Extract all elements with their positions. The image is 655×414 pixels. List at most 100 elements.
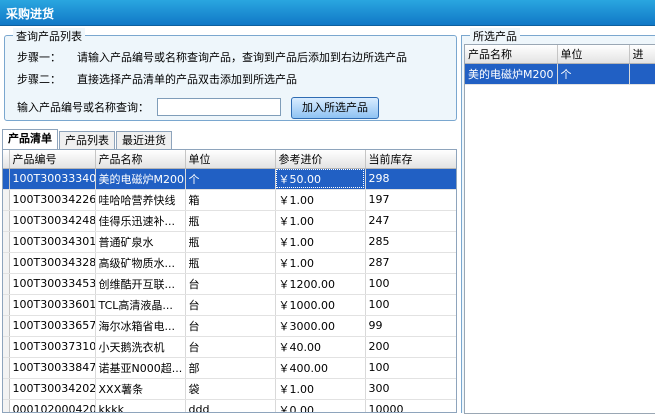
cell-stock[interactable]: 100 [365, 273, 456, 295]
step-two: 步骤二： 直接选择产品清单的产品双击添加到所选产品 [17, 71, 297, 87]
table-row[interactable]: 100T3003422625哇哈哈营养快线箱￥1.00197 [3, 189, 456, 211]
cell-name[interactable]: XXX薯条 [95, 378, 186, 400]
table-row[interactable]: 100T3003432849高级矿物质水...瓶￥1.00287 [3, 252, 456, 274]
table-row[interactable]: 100T3003420200XXX薯条袋￥1.00300 [3, 378, 456, 400]
cell-unit[interactable]: 台 [185, 273, 276, 295]
title-bar: 采购进货 [0, 0, 655, 26]
cell-unit[interactable]: 台 [185, 294, 276, 316]
col-header-code[interactable]: 产品编号 [9, 150, 96, 169]
cell-name[interactable]: 小天鹅洗衣机 [95, 336, 186, 358]
cell-price[interactable]: ￥3000.00 [275, 315, 366, 337]
cell-stock[interactable]: 200 [365, 336, 456, 358]
tab-product-list[interactable]: 产品列表 [59, 131, 115, 150]
table-row[interactable]: 100T3003384774诺基亚N000超...部￥400.00100 [3, 357, 456, 379]
table-row[interactable]: 100T3003360196TCL高清液晶...台￥1000.00100 [3, 294, 456, 316]
cell-name[interactable]: 美的电磁炉M200 [95, 168, 186, 190]
query-group: 查询产品列表 步骤一： 请输入产品编号或名称查询产品，查询到产品后添加到右边所选产… [4, 28, 457, 121]
cell-code[interactable]: 100T3003432849 [9, 252, 96, 274]
selected-products-group: 所选产品 产品名称 单位 进 美的电磁炉M200 个 [461, 28, 655, 414]
selected-row[interactable]: 美的电磁炉M200 个 [465, 63, 655, 85]
cell-stock[interactable]: 247 [365, 210, 456, 232]
selected-col-price[interactable]: 进 [629, 45, 655, 64]
cell-code[interactable]: 100T3003430130 [9, 231, 96, 253]
step-one-text: 请输入产品编号或名称查询产品，查询到产品后添加到右边所选产品 [77, 51, 407, 64]
cell-price[interactable]: ￥400.00 [275, 357, 366, 379]
selected-products-grid[interactable]: 产品名称 单位 进 美的电磁炉M200 个 [464, 44, 655, 414]
cell-stock[interactable]: 10000 [365, 399, 456, 412]
tab-recent-purchases[interactable]: 最近进货 [116, 131, 172, 150]
selected-col-name[interactable]: 产品名称 [465, 45, 558, 64]
cell-code[interactable]: 100T3003365701 [9, 315, 96, 337]
cell-price[interactable]: ￥1.00 [275, 189, 366, 211]
selected-col-unit[interactable]: 单位 [557, 45, 630, 64]
cell-stock[interactable]: 287 [365, 252, 456, 274]
cell-price[interactable]: ￥1000.00 [275, 294, 366, 316]
cell-code[interactable]: 100T3003345396 [9, 273, 96, 295]
selected-cell-price[interactable] [629, 63, 655, 85]
cell-stock[interactable]: 100 [365, 294, 456, 316]
cell-price[interactable]: ￥0.00 [275, 399, 366, 412]
cell-name[interactable]: 海尔冰箱省电... [95, 315, 186, 337]
table-row[interactable]: 100T3003365701海尔冰箱省电...台￥3000.0099 [3, 315, 456, 337]
product-search-input[interactable] [156, 98, 281, 116]
cell-stock[interactable]: 298 [365, 168, 456, 190]
cell-stock[interactable]: 99 [365, 315, 456, 337]
cell-code[interactable]: 100T3003420200 [9, 378, 96, 400]
cell-unit[interactable]: ddd [185, 399, 276, 412]
cell-name[interactable]: 高级矿物质水... [95, 252, 186, 274]
cell-unit[interactable]: 袋 [185, 378, 276, 400]
table-row[interactable]: 00010200042088kkkkddd￥0.0010000 [3, 399, 456, 412]
add-to-selected-button[interactable]: 加入所选产品 [291, 97, 379, 119]
selected-cell-name[interactable]: 美的电磁炉M200 [465, 63, 558, 85]
cell-stock[interactable]: 300 [365, 378, 456, 400]
col-header-name[interactable]: 产品名称 [95, 150, 186, 169]
cell-name[interactable]: 佳得乐迅速补... [95, 210, 186, 232]
cell-name[interactable]: TCL高清液晶... [95, 294, 186, 316]
table-row[interactable]: 100T3003424800佳得乐迅速补...瓶￥1.00247 [3, 210, 456, 232]
selected-products-legend: 所选产品 [470, 28, 520, 44]
cell-code[interactable]: 00010200042088 [9, 399, 96, 412]
query-group-legend: 查询产品列表 [13, 28, 85, 44]
cell-unit[interactable]: 部 [185, 357, 276, 379]
table-row[interactable]: 100T300373104 小天鹅洗衣机台 ￥40.00 200 [3, 336, 456, 358]
cell-price[interactable]: ￥1.00 [275, 378, 366, 400]
cell-name[interactable]: 哇哈哈营养快线 [95, 189, 186, 211]
cell-name[interactable]: 诺基亚N000超... [95, 357, 186, 379]
cell-name[interactable]: 创维酷开互联... [95, 273, 186, 295]
cell-code[interactable]: 100T3003424800 [9, 210, 96, 232]
cell-price[interactable]: ￥1.00 [275, 252, 366, 274]
cell-unit[interactable]: 瓶 [185, 231, 276, 253]
col-header-unit[interactable]: 单位 [185, 150, 276, 169]
selected-cell-unit[interactable]: 个 [557, 63, 630, 85]
cell-price[interactable]: ￥1.00 [275, 210, 366, 232]
cell-unit[interactable]: 台 [185, 315, 276, 337]
table-row[interactable]: 100T3003345396创维酷开互联...台￥1200.00100 [3, 273, 456, 295]
cell-stock[interactable]: 197 [365, 189, 456, 211]
cell-stock[interactable]: 285 [365, 231, 456, 253]
col-header-stock[interactable]: 当前库存 [365, 150, 456, 169]
cell-price[interactable]: ￥1200.00 [275, 273, 366, 295]
cell-code[interactable]: 100T3003422625 [9, 189, 96, 211]
cell-price[interactable]: ￥50.00 [275, 168, 366, 190]
col-header-price[interactable]: 参考进价 [275, 150, 366, 169]
table-row[interactable]: 100T3003334053美的电磁炉M200个￥50.00298 [3, 168, 456, 190]
cell-price[interactable]: ￥1.00 [275, 231, 366, 253]
cell-unit[interactable]: 台 [185, 336, 276, 358]
cell-code[interactable]: 100T3003360196 [9, 294, 96, 316]
cell-code[interactable]: 100T3003334053 [9, 168, 96, 190]
cell-unit[interactable]: 个 [185, 168, 276, 190]
table-row[interactable]: 100T3003430130普通矿泉水瓶￥1.00285 [3, 231, 456, 253]
cell-unit[interactable]: 瓶 [185, 252, 276, 274]
cell-unit[interactable]: 瓶 [185, 210, 276, 232]
cell-price[interactable]: ￥40.00 [275, 336, 366, 358]
product-grid[interactable]: 产品编号 产品名称 单位 参考进价 当前库存 100T3003334053美的电… [2, 149, 457, 413]
cell-unit[interactable]: 箱 [185, 189, 276, 211]
cell-stock[interactable]: 100 [365, 357, 456, 379]
cell-name[interactable]: 普通矿泉水 [95, 231, 186, 253]
product-tabs: 产品清单 产品列表 最近进货 [2, 129, 173, 150]
tab-product-inventory[interactable]: 产品清单 [2, 129, 58, 150]
cell-code[interactable]: 100T3003384774 [9, 357, 96, 379]
cell-code[interactable]: 100T300373104 [9, 336, 96, 358]
step-two-text: 直接选择产品清单的产品双击添加到所选产品 [77, 73, 297, 86]
cell-name[interactable]: kkkk [95, 399, 186, 412]
